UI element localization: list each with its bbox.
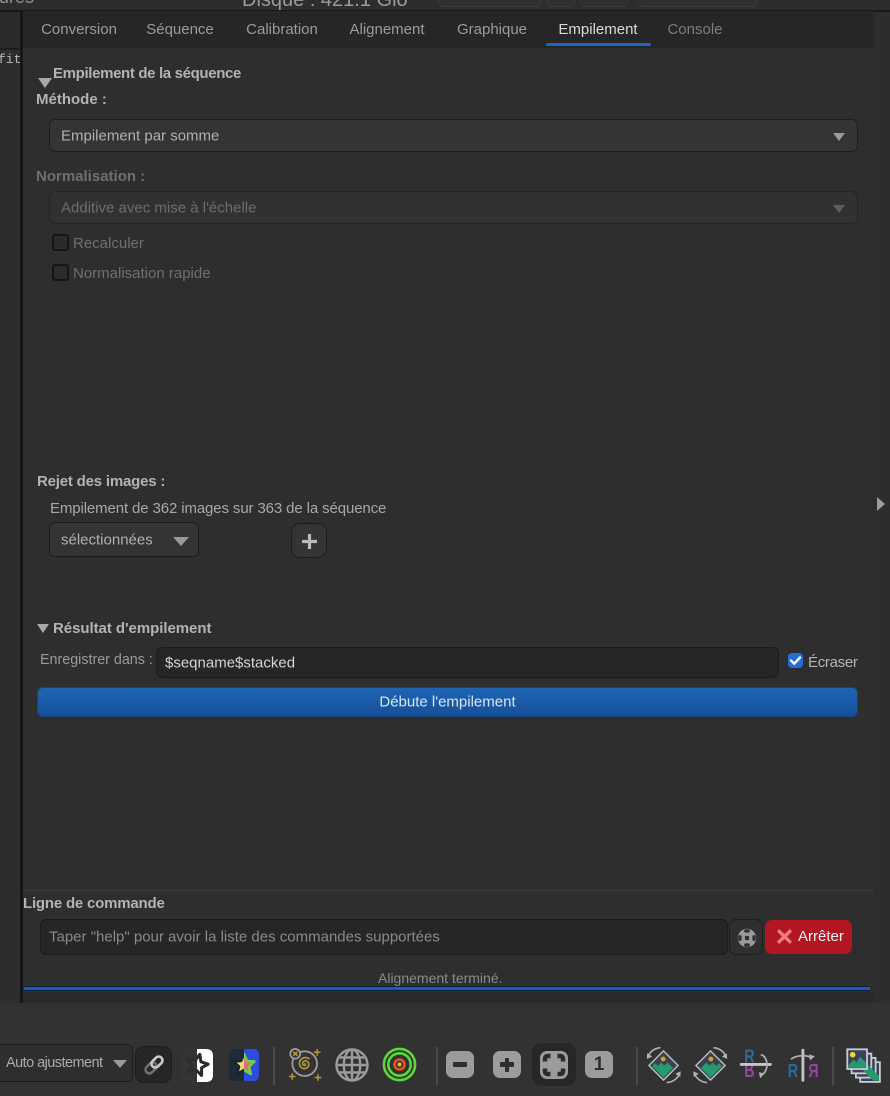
svg-text:R: R	[808, 1060, 818, 1081]
svg-text:R: R	[788, 1060, 798, 1081]
svg-text:R: R	[744, 1060, 754, 1081]
